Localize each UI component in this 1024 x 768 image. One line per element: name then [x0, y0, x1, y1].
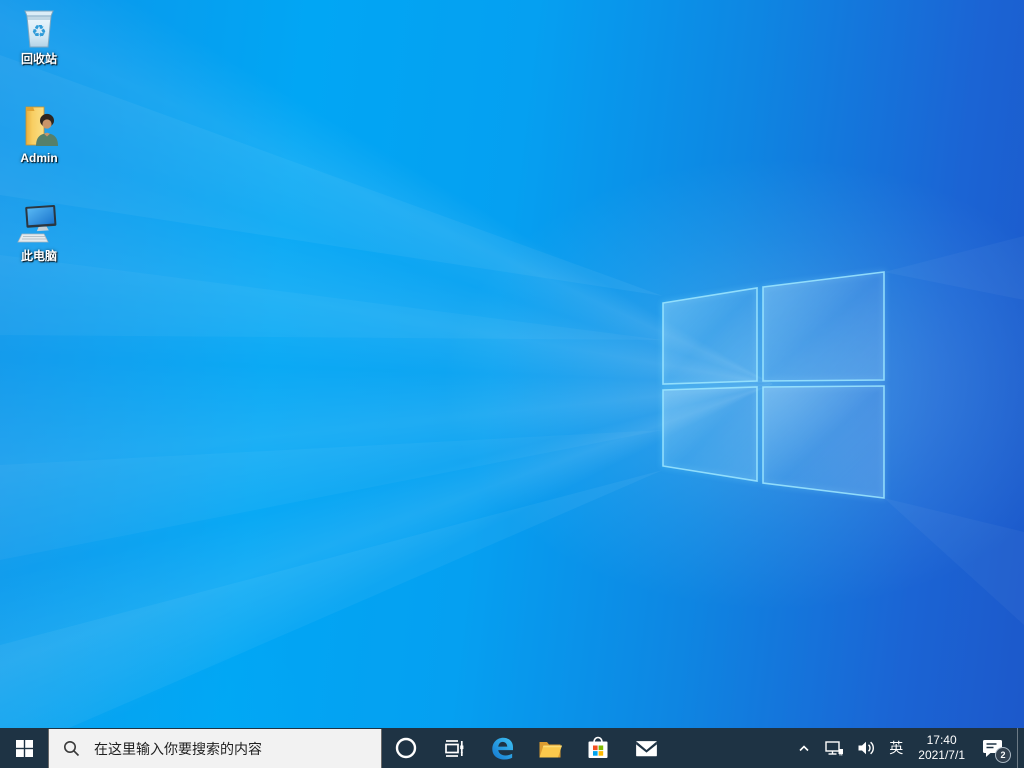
show-hidden-icons-button[interactable] [790, 728, 818, 768]
speaker-icon [858, 741, 875, 755]
file-explorer-icon [539, 742, 562, 758]
svg-text:♻: ♻ [31, 22, 46, 42]
chevron-up-icon [799, 745, 809, 752]
language-indicator[interactable]: 英 [882, 728, 910, 768]
desktop-icon-label: 此电脑 [20, 249, 57, 263]
start-button[interactable] [0, 728, 48, 768]
windows-logo-icon [15, 739, 33, 757]
edge-button[interactable] [478, 728, 526, 768]
file-explorer-button[interactable] [526, 728, 574, 768]
desktop-icon-label: Admin [20, 151, 58, 165]
volume-button[interactable] [850, 728, 882, 768]
cortana-icon [395, 737, 417, 759]
desktop-icon-admin-folder[interactable]: Admin [0, 103, 78, 165]
clock-time: 17:40 [926, 733, 957, 747]
notification-badge: 2 [995, 747, 1011, 763]
desktop: ♻ 回收站 Admin 此电脑 在这里输入你要搜索的内容 英 17:40 202… [0, 0, 1024, 768]
search-icon [64, 741, 80, 757]
network-ethernet-icon [825, 741, 844, 756]
windows-logo-wallpaper [0, 55, 1024, 758]
clock[interactable]: 17:40 2021/7/1 [910, 728, 973, 768]
taskbar-search[interactable] [48, 729, 382, 768]
system-tray: 英 17:40 2021/7/1 2 [790, 728, 1024, 768]
desktop-icon-recycle-bin[interactable]: ♻ 回收站 [0, 4, 78, 66]
action-center-button[interactable]: 2 [973, 728, 1017, 768]
store-icon [588, 736, 608, 758]
desktop-icon-this-pc[interactable]: 此电脑 [0, 201, 78, 263]
show-desktop-button[interactable] [1017, 728, 1024, 768]
light-rays [0, 55, 1024, 758]
desktop-icon-label: 回收站 [20, 52, 57, 66]
user-folder-icon [25, 106, 58, 146]
this-pc-icon [17, 204, 57, 243]
task-view-button[interactable] [430, 728, 478, 768]
cortana-button[interactable] [382, 728, 430, 768]
edge-icon [491, 737, 513, 760]
mail-icon [635, 740, 657, 756]
task-view-icon [445, 740, 464, 757]
network-button[interactable] [818, 728, 850, 768]
search-input[interactable] [92, 739, 346, 758]
windows-flag-panes [662, 271, 885, 499]
recycle-bin-icon: ♻ [24, 10, 54, 48]
taskbar-empty-space [670, 728, 790, 768]
taskbar: 英 17:40 2021/7/1 2 [0, 728, 1024, 768]
mail-button[interactable] [622, 728, 670, 768]
store-button[interactable] [574, 728, 622, 768]
clock-date: 2021/7/1 [918, 748, 965, 762]
